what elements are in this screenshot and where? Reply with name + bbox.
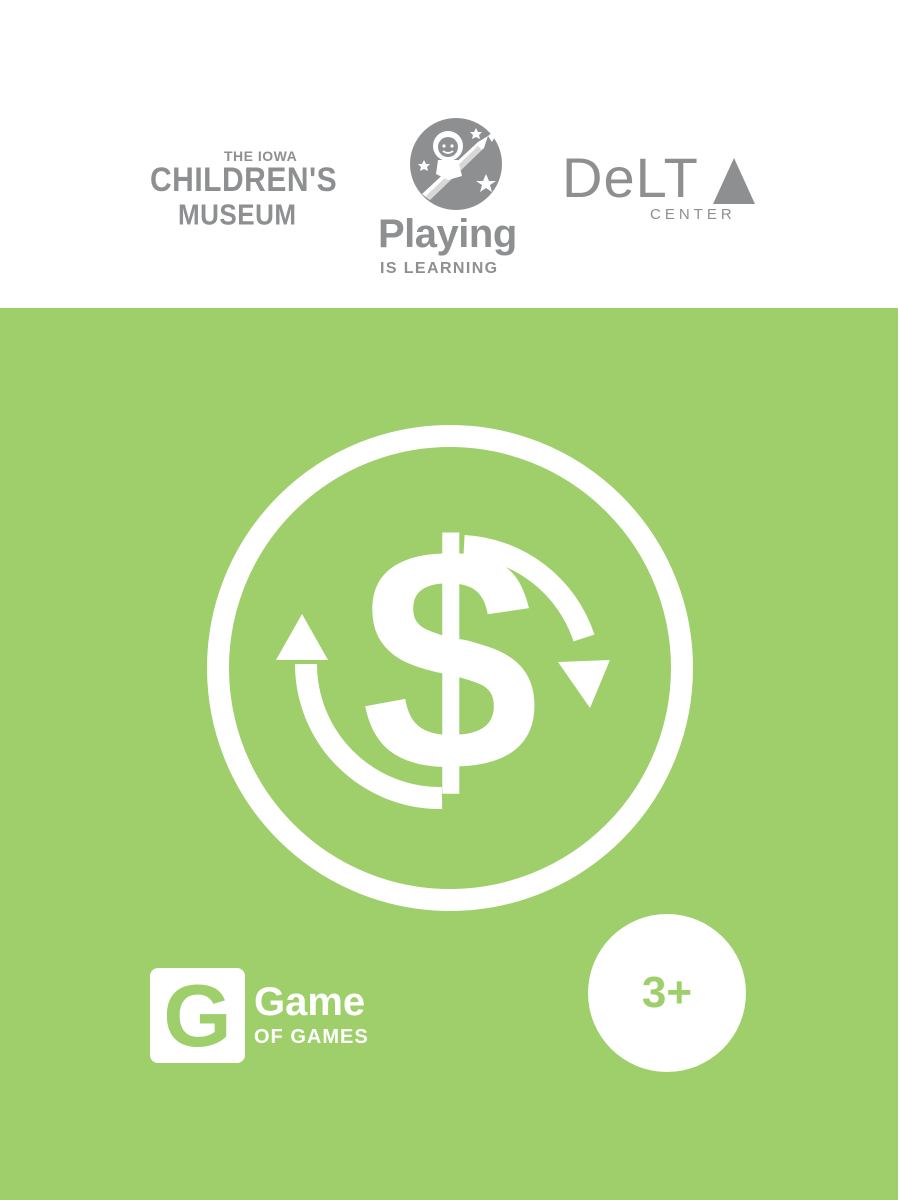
game-of-games-title: Game (254, 980, 366, 1024)
dollar-symbol: $ (361, 480, 539, 838)
playing-title: Playing (378, 212, 517, 256)
game-of-games-logo: G Game OF GAMES (150, 968, 420, 1064)
astronaut-on-pencil-icon (410, 118, 502, 210)
triangle-icon (713, 158, 755, 204)
age-rating-text: 3+ (641, 968, 693, 1017)
delta-subtitle: CENTER (650, 206, 736, 223)
icm-line-2: CHILDREN'S (150, 161, 338, 199)
delta-wordmark: DeLT (562, 146, 699, 209)
playing-is-learning-logo: Playing IS LEARNING (360, 112, 550, 282)
game-of-games-badge: G (150, 968, 245, 1063)
icm-line-3: MUSEUM (178, 198, 297, 231)
game-of-games-badge-letter: G (163, 966, 232, 1065)
header-logos: THE IOWA CHILDREN'S MUSEUM Playing IS LE… (0, 0, 900, 308)
playing-subtitle: IS LEARNING (380, 260, 499, 277)
game-of-games-subtitle: OF GAMES (254, 1026, 369, 1048)
age-rating-badge: 3+ (588, 914, 746, 1072)
delta-center-logo: DeLT CENTER (562, 148, 762, 238)
iowa-childrens-museum-logo: THE IOWA CHILDREN'S MUSEUM (150, 148, 340, 248)
